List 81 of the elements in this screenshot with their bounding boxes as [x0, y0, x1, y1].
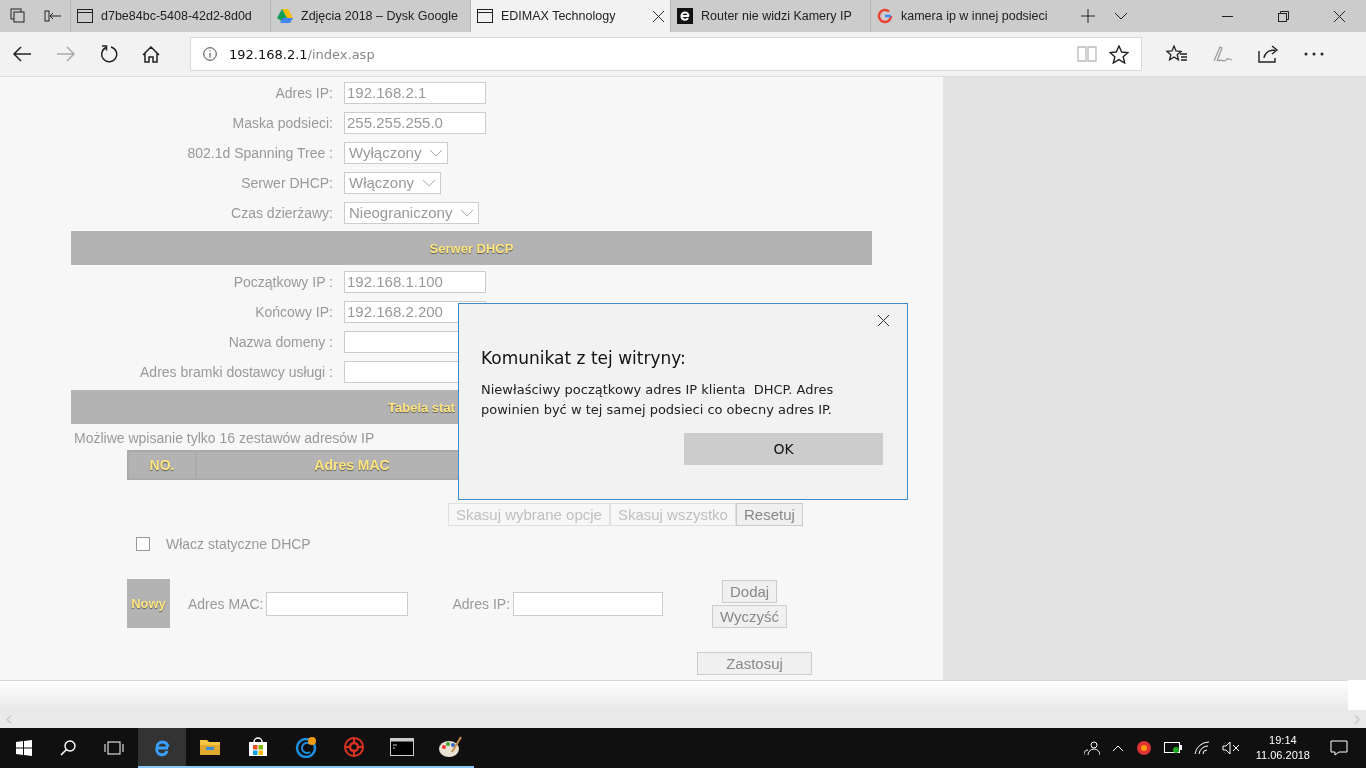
page-icon	[77, 9, 93, 23]
target-icon[interactable]	[1135, 740, 1152, 756]
more-icon[interactable]	[1304, 52, 1324, 56]
chevron-down-icon	[422, 179, 437, 187]
star-icon[interactable]	[1109, 44, 1129, 64]
field-label: Nazwa domeny :	[227, 334, 333, 350]
input-field[interactable]: 255.255.255.0	[344, 112, 486, 134]
refresh-icon[interactable]	[100, 45, 118, 63]
field-label: Adres IP:	[452, 595, 511, 612]
chevron-up-icon[interactable]	[1111, 744, 1124, 752]
folder-icon	[199, 738, 221, 756]
new-entry-label: Nowy	[127, 579, 170, 628]
input-field[interactable]: 192.168.2.1	[344, 82, 486, 104]
field-label: Końcowy IP:	[254, 304, 333, 320]
info-text: Możliwe wpisanie tylko 16 zestawów adresów IP	[74, 430, 375, 446]
favorites-icon[interactable]	[1166, 45, 1188, 63]
g-logo-icon	[877, 8, 893, 24]
people-icon[interactable]	[1083, 740, 1100, 756]
field-label: Maska podsieci:	[231, 115, 333, 131]
dropdown[interactable]: Nieograniczony	[344, 202, 480, 224]
table-action-button[interactable]: Resetuj	[735, 503, 803, 526]
section-header: Serwer DHCP	[71, 231, 872, 265]
field-label: Początkowy IP :	[232, 274, 333, 290]
home-icon[interactable]	[142, 45, 160, 63]
input-field[interactable]: 192.168.1.100	[344, 271, 486, 293]
taskbar-clock[interactable]: 19:14 11.06.2018	[1255, 733, 1310, 763]
task-view-icon[interactable]	[104, 741, 124, 755]
clock-date: 11.06.2018	[1255, 748, 1310, 763]
field-label: Adres bramki dostawcy usługi :	[139, 364, 333, 380]
info-icon	[203, 47, 217, 61]
close-tab-icon[interactable]	[653, 10, 664, 22]
tabs-aside-icon[interactable]	[10, 8, 26, 24]
wifi-icon[interactable]	[1193, 741, 1210, 755]
search-icon[interactable]	[60, 740, 76, 756]
field-label: 802.1d Spanning Tree :	[186, 145, 333, 161]
close-icon[interactable]	[878, 315, 889, 326]
paint-palette-icon	[438, 736, 462, 758]
dropdown[interactable]: Włączony	[344, 172, 442, 194]
terminal-icon	[390, 738, 414, 756]
share-icon[interactable]	[1258, 45, 1280, 63]
dropdown[interactable]: Wyłączony	[344, 142, 449, 164]
mac-input-field[interactable]	[266, 591, 409, 616]
windows-start-icon[interactable]	[16, 740, 32, 756]
checkbox[interactable]	[136, 537, 150, 551]
notifications-icon[interactable]	[1330, 740, 1348, 756]
triangle-logo-icon	[277, 9, 293, 23]
ip-input-field[interactable]	[513, 591, 664, 616]
e-logo-icon	[677, 8, 693, 24]
target-icon	[343, 736, 365, 758]
chevron-down-icon	[460, 209, 475, 217]
new-tab-icon[interactable]	[1080, 8, 1096, 24]
url-text: 192.168.2.1/index.asp	[229, 46, 375, 62]
field-label: Adres IP:	[274, 85, 333, 101]
field-label: Adres MAC:	[188, 595, 264, 612]
ok-button[interactable]: OK	[684, 433, 883, 465]
browser-tab[interactable]: EDIMAX Technology	[470, 0, 670, 32]
column-header: NO.	[129, 452, 197, 478]
column-header: Adres MAC	[313, 456, 391, 475]
add-button[interactable]: Dodaj	[721, 579, 778, 603]
circle-arrow-icon	[295, 736, 317, 758]
speaker-muted-icon[interactable]	[1221, 741, 1240, 755]
restore-icon[interactable]	[1278, 10, 1289, 22]
taskbar-app[interactable]	[138, 728, 186, 768]
e-logo-icon	[152, 737, 172, 757]
field-label: Czas dzierżawy:	[230, 205, 333, 221]
checkbox-label: Włacz statyczne DHCP	[166, 536, 311, 552]
address-bar[interactable]: 192.168.2.1/index.asp	[190, 37, 1142, 71]
page-icon	[477, 9, 493, 23]
shopping-bag-icon	[248, 737, 268, 757]
close-icon[interactable]	[1334, 10, 1345, 22]
field-label: Serwer DHCP:	[240, 175, 333, 191]
dialog-title: Komunikat z tej witryny:	[481, 348, 687, 368]
battery-icon[interactable]	[1163, 742, 1182, 754]
chevron-down-icon[interactable]	[1114, 12, 1128, 20]
back-icon[interactable]	[12, 46, 32, 62]
apply-button[interactable]: Zastosuj	[697, 652, 812, 675]
minimize-icon[interactable]	[1222, 15, 1233, 17]
chevron-down-icon	[429, 149, 444, 157]
clear-button[interactable]: Wyczyść	[712, 604, 788, 628]
restore-tabs-icon[interactable]	[44, 9, 62, 23]
clock-time: 19:14	[1269, 733, 1297, 748]
